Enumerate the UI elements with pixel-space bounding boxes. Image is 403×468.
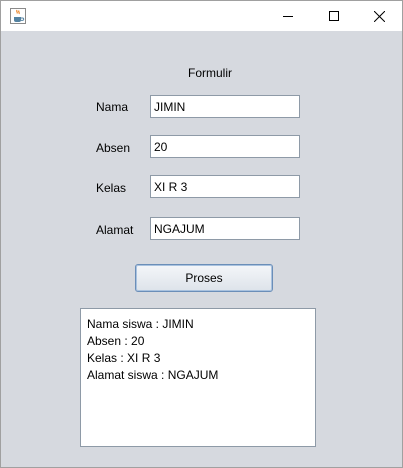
minimize-button[interactable] <box>265 1 311 31</box>
output-line-nama: Nama siswa : JIMIN <box>87 317 194 331</box>
close-button[interactable] <box>356 1 402 31</box>
minimize-icon <box>283 16 293 17</box>
title-bar[interactable] <box>1 1 402 31</box>
form-panel: Formulir Nama JIMIN Absen 20 Kelas XI R … <box>1 31 402 467</box>
form-heading: Formulir <box>188 66 232 80</box>
java-cup-icon[interactable] <box>10 8 26 24</box>
output-line-alamat: Alamat siswa : NGAJUM <box>87 368 219 382</box>
alamat-label: Alamat <box>96 223 134 237</box>
output-textarea[interactable]: Nama siswa : JIMIN Absen : 20 Kelas : XI… <box>80 308 316 447</box>
maximize-icon <box>329 11 339 21</box>
output-line-kelas: Kelas : XI R 3 <box>87 351 161 365</box>
close-icon <box>373 10 385 22</box>
alamat-input[interactable]: NGAJUM <box>150 217 300 240</box>
absen-label: Absen <box>96 141 131 155</box>
kelas-label: Kelas <box>96 181 127 195</box>
output-line-absen: Absen : 20 <box>87 334 145 348</box>
kelas-input[interactable]: XI R 3 <box>150 175 300 198</box>
nama-label: Nama <box>96 100 129 114</box>
nama-input[interactable]: JIMIN <box>150 95 300 118</box>
absen-input[interactable]: 20 <box>150 135 300 158</box>
proses-button[interactable]: Proses <box>135 264 273 292</box>
app-window: Formulir Nama JIMIN Absen 20 Kelas XI R … <box>0 0 403 468</box>
maximize-button[interactable] <box>311 1 357 31</box>
